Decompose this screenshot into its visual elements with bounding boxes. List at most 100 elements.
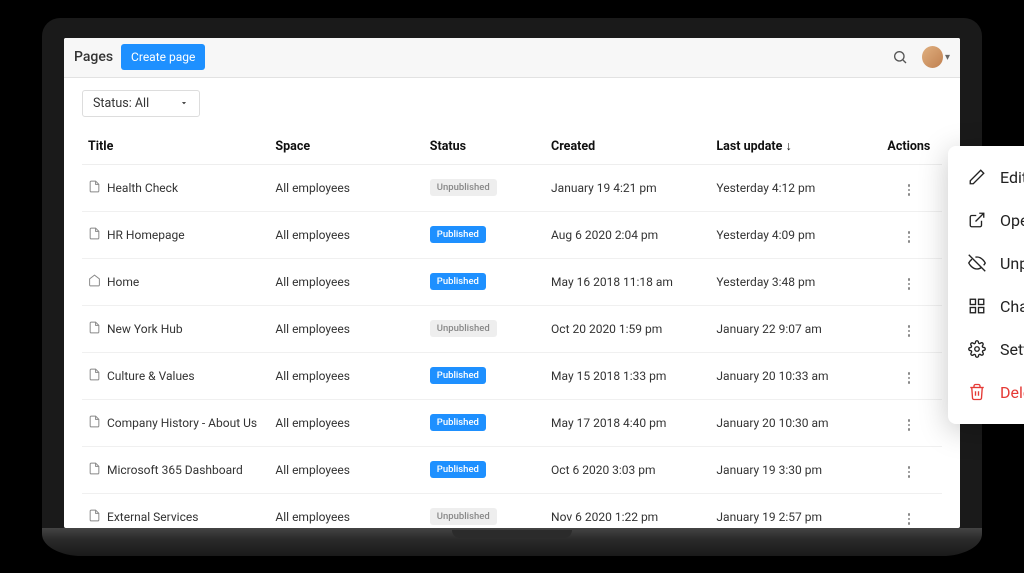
menu-edit[interactable]: Edit (948, 156, 1024, 199)
create-page-button[interactable]: Create page (121, 44, 205, 70)
external-link-icon (968, 211, 986, 229)
row-actions-button[interactable] (904, 462, 915, 482)
search-icon[interactable] (886, 43, 914, 71)
row-actions-button[interactable] (904, 180, 915, 200)
table-row: Microsoft 365 Dashboard All employees Publ… (82, 446, 942, 493)
space-cell: All employees (269, 258, 423, 305)
col-updated[interactable]: Last update ↓ (710, 129, 875, 165)
document-icon (88, 415, 101, 431)
created-cell: May 15 2018 1:33 pm (545, 352, 710, 399)
updated-cell: Yesterday 4:09 pm (710, 211, 875, 258)
grid-icon (968, 297, 986, 315)
menu-open[interactable]: Open (948, 199, 1024, 242)
row-actions-button[interactable] (904, 509, 915, 528)
table-row: New York Hub All employees Unpublished Oct … (82, 305, 942, 352)
status-badge: Unpublished (430, 320, 497, 337)
profile-menu[interactable]: ▾ (922, 43, 950, 71)
col-space[interactable]: Space (269, 129, 423, 165)
col-status[interactable]: Status (424, 129, 545, 165)
table-row: Company History - About Us All employees P… (82, 399, 942, 446)
space-cell: All employees (269, 164, 423, 211)
table-row: Culture & Values All employees Published Ma… (82, 352, 942, 399)
col-title[interactable]: Title (82, 129, 269, 165)
page-title: Company History - About Us (107, 416, 257, 430)
chevron-down-icon: ▾ (945, 52, 950, 63)
page-title: External Services (107, 510, 198, 524)
actions-context-menu: Edit Open Unpublish Change space Setting… (948, 146, 1024, 424)
pencil-icon (968, 168, 986, 186)
row-actions-button[interactable] (904, 227, 915, 247)
page-title: HR Homepage (107, 228, 185, 242)
table-row: HR Homepage All employees Published Aug 6 2… (82, 211, 942, 258)
document-icon (88, 180, 101, 196)
status-badge: Unpublished (430, 508, 497, 525)
page-title-cell[interactable]: New York Hub (88, 321, 263, 337)
row-actions-button[interactable] (904, 321, 915, 341)
status-badge: Published (430, 367, 486, 384)
eye-off-icon (968, 254, 986, 272)
status-badge: Published (430, 226, 486, 243)
status-badge: Published (430, 461, 486, 478)
space-cell: All employees (269, 211, 423, 258)
created-cell: Oct 6 2020 3:03 pm (545, 446, 710, 493)
created-cell: May 16 2018 11:18 am (545, 258, 710, 305)
table-row: Health Check All employees Unpublished Janu… (82, 164, 942, 211)
status-filter[interactable]: Status: All (82, 90, 200, 117)
created-cell: Nov 6 2020 1:22 pm (545, 493, 710, 528)
status-badge: Published (430, 414, 486, 431)
row-actions-button[interactable] (904, 368, 915, 388)
created-cell: Aug 6 2020 2:04 pm (545, 211, 710, 258)
updated-cell: January 20 10:30 am (710, 399, 875, 446)
status-badge: Unpublished (430, 179, 497, 196)
created-cell: January 19 4:21 pm (545, 164, 710, 211)
updated-cell: January 19 3:30 pm (710, 446, 875, 493)
page-title-cell[interactable]: Home (88, 274, 263, 290)
page-title-cell[interactable]: Company History - About Us (88, 415, 263, 431)
row-actions-button[interactable] (904, 415, 915, 435)
page-title: New York Hub (107, 322, 183, 336)
page-title-cell[interactable]: External Services (88, 509, 263, 525)
document-icon (88, 462, 101, 478)
space-cell: All employees (269, 352, 423, 399)
menu-unpublish[interactable]: Unpublish (948, 242, 1024, 285)
document-icon (88, 368, 101, 384)
updated-cell: January 20 10:33 am (710, 352, 875, 399)
space-cell: All employees (269, 399, 423, 446)
page-title-cell[interactable]: HR Homepage (88, 227, 263, 243)
menu-settings[interactable]: Settings (948, 328, 1024, 371)
col-created[interactable]: Created (545, 129, 710, 165)
menu-change-space[interactable]: Change space (948, 285, 1024, 328)
document-icon (88, 509, 101, 525)
document-icon (88, 321, 101, 337)
menu-delete[interactable]: Delete (948, 371, 1024, 414)
home-icon (88, 274, 101, 290)
page-title-cell[interactable]: Microsoft 365 Dashboard (88, 462, 263, 478)
updated-cell: Yesterday 3:48 pm (710, 258, 875, 305)
col-actions: Actions (876, 129, 942, 165)
created-cell: Oct 20 2020 1:59 pm (545, 305, 710, 352)
updated-cell: Yesterday 4:12 pm (710, 164, 875, 211)
status-badge: Published (430, 273, 486, 290)
trash-icon (968, 383, 986, 401)
avatar (922, 46, 943, 68)
row-actions-button[interactable] (904, 274, 915, 294)
updated-cell: January 19 2:57 pm (710, 493, 875, 528)
page-heading: Pages (74, 49, 113, 65)
chevron-down-icon (179, 98, 189, 108)
table-row: External Services All employees Unpublishe… (82, 493, 942, 528)
created-cell: May 17 2018 4:40 pm (545, 399, 710, 446)
space-cell: All employees (269, 305, 423, 352)
space-cell: All employees (269, 446, 423, 493)
top-bar: Pages Create page ▾ (64, 38, 960, 78)
page-title: Microsoft 365 Dashboard (107, 463, 243, 477)
page-title-cell[interactable]: Health Check (88, 180, 263, 196)
space-cell: All employees (269, 493, 423, 528)
table-row: Home All employees Published May 16 2018 11… (82, 258, 942, 305)
page-title-cell[interactable]: Culture & Values (88, 368, 263, 384)
laptop-base (42, 528, 982, 556)
page-title: Health Check (107, 181, 178, 195)
updated-cell: January 22 9:07 am (710, 305, 875, 352)
page-title: Home (107, 275, 139, 289)
status-filter-label: Status: All (93, 96, 149, 111)
gear-icon (968, 340, 986, 358)
